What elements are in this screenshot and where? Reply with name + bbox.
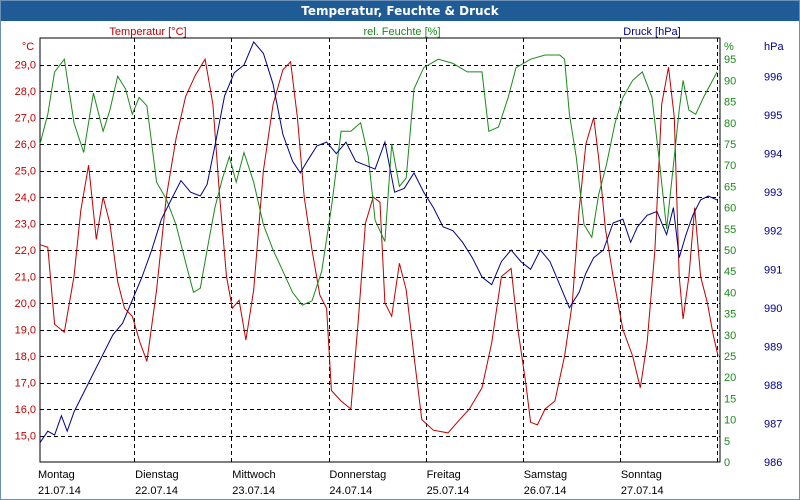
humidity-tick-label: 45 xyxy=(724,266,736,278)
humidity-tick-label: 40 xyxy=(724,287,736,299)
x-tick-day-label: Donnerstag xyxy=(329,469,386,481)
pressure-tick-label: 986 xyxy=(764,457,782,469)
x-tick-date-label: 21.07.14 xyxy=(38,485,81,497)
humidity-tick-label: 35 xyxy=(724,309,736,321)
pressure-line xyxy=(39,40,718,443)
x-tick-day-label: Montag xyxy=(38,469,75,481)
x-tick-day-label: Mittwoch xyxy=(232,469,275,481)
x-tick-day-label: Sonntag xyxy=(621,469,662,481)
pressure-unit-label: hPa xyxy=(764,41,784,53)
temperature-tick-label: 19,0 xyxy=(15,325,36,337)
humidity-tick-label: 20 xyxy=(724,372,736,384)
pressure-tick-label: 987 xyxy=(764,418,782,430)
x-tick-date-label: 22.07.14 xyxy=(135,485,178,497)
temperature-tick-label: 17,0 xyxy=(15,378,36,390)
humidity-tick-label: 65 xyxy=(724,181,736,193)
temperature-tick-label: 23,0 xyxy=(15,219,36,231)
humidity-tick-label: 55 xyxy=(724,224,736,236)
humidity-tick-label: 70 xyxy=(724,160,736,172)
x-tick-date-label: 27.07.14 xyxy=(621,485,664,497)
humidity-tick-label: 0 xyxy=(724,457,730,469)
humidity-line xyxy=(39,54,718,306)
humidity-tick-label: 90 xyxy=(724,75,736,87)
humidity-tick-label: 85 xyxy=(724,97,736,109)
x-tick-day-label: Dienstag xyxy=(135,469,178,481)
pressure-tick-label: 993 xyxy=(764,187,782,199)
temperature-tick-label: 16,0 xyxy=(15,404,36,416)
temperature-tick-label: 15,0 xyxy=(15,431,36,443)
temperature-tick-label: 24,0 xyxy=(15,192,36,204)
x-tick-date-label: 26.07.14 xyxy=(524,485,567,497)
temperature-tick-label: 21,0 xyxy=(15,272,36,284)
humidity-tick-label: 80 xyxy=(724,118,736,130)
temperature-line xyxy=(39,57,719,434)
humidity-tick-label: 10 xyxy=(724,415,736,427)
humidity-tick-label: 75 xyxy=(724,139,736,151)
humidity-tick-label: 5 xyxy=(724,436,730,448)
pressure-tick-label: 988 xyxy=(764,380,782,392)
humidity-tick-label: 95 xyxy=(724,54,736,66)
humidity-axis-title: rel. Feuchte [%] xyxy=(363,26,440,38)
temperature-tick-label: 22,0 xyxy=(15,245,36,257)
temperature-tick-label: 26,0 xyxy=(15,139,36,151)
x-tick-date-label: 24.07.14 xyxy=(329,485,372,497)
pressure-tick-label: 991 xyxy=(764,264,782,276)
humidity-tick-label: 25 xyxy=(724,351,736,363)
humidity-tick-label: 60 xyxy=(724,203,736,215)
x-tick-date-label: 25.07.14 xyxy=(427,485,470,497)
x-tick-day-label: Freitag xyxy=(427,469,461,481)
temperature-tick-label: 27,0 xyxy=(15,113,36,125)
humidity-tick-label: 15 xyxy=(724,393,736,405)
temperature-axis-title: Temperatur [°C] xyxy=(109,26,186,38)
temperature-tick-label: 29,0 xyxy=(15,60,36,72)
temperature-tick-label: 25,0 xyxy=(15,166,36,178)
pressure-axis-title: Druck [hPa] xyxy=(623,26,680,38)
humidity-unit-label: % xyxy=(724,41,734,53)
temperature-tick-label: 20,0 xyxy=(15,298,36,310)
x-tick-day-label: Samstag xyxy=(524,469,567,481)
temperature-unit-label: °C xyxy=(22,41,34,53)
pressure-tick-label: 990 xyxy=(764,303,782,315)
pressure-tick-label: 992 xyxy=(764,226,782,238)
humidity-tick-label: 30 xyxy=(724,330,736,342)
pressure-tick-label: 995 xyxy=(764,110,782,122)
pressure-tick-label: 989 xyxy=(764,341,782,353)
pressure-tick-label: 994 xyxy=(764,149,782,161)
x-tick-date-label: 23.07.14 xyxy=(232,485,275,497)
temperature-tick-label: 28,0 xyxy=(15,86,36,98)
pressure-tick-label: 996 xyxy=(764,72,782,84)
humidity-tick-label: 50 xyxy=(724,245,736,257)
chart-canvas: 15,0 16,0 17,0 18,0 19,0 20,0 21,0 22,0 23,0 24,0… xyxy=(15,26,785,497)
temperature-tick-label: 18,0 xyxy=(15,351,36,363)
